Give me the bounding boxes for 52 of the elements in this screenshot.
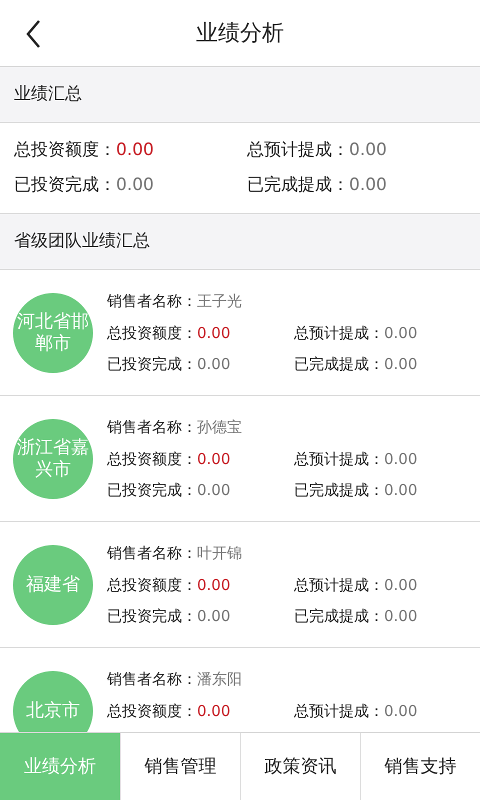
stat-value: 0.00	[349, 174, 387, 197]
seller-label: 销售者名称：	[107, 291, 197, 312]
page-title: 业绩分析	[196, 20, 284, 48]
stat-value: 0.00	[197, 354, 230, 375]
region-badge: 浙江省嘉兴市	[13, 418, 93, 498]
stat-value: 0.00	[384, 322, 418, 344]
stat-label: 已完成提成：	[294, 606, 384, 627]
region-badge: 福建省	[13, 544, 93, 624]
seller-name: 孙德宝	[197, 417, 242, 438]
seller-label: 销售者名称：	[107, 417, 197, 438]
stat-label: 总投资额度：	[107, 322, 197, 344]
stat-value: 0.00	[116, 138, 154, 162]
stat-label: 已完成提成：	[247, 174, 349, 197]
stat-label: 总投资额度：	[107, 448, 197, 470]
stat-value: 0.00	[116, 174, 154, 197]
stat-label: 已投资完成：	[107, 606, 197, 627]
stat-label: 已投资完成：	[14, 174, 116, 197]
stat-value: 0.00	[384, 574, 418, 596]
stat-label: 总预计提成：	[294, 448, 384, 470]
region-badge: 河北省邯郸市	[13, 292, 93, 372]
seller-name: 王子光	[197, 291, 242, 312]
stat-label: 总预计提成：	[247, 138, 349, 162]
seller-name: 潘东阳	[197, 669, 242, 690]
stat-value: 0.00	[197, 322, 230, 344]
stat-label: 总预计提成：	[294, 322, 384, 344]
stat-value: 0.00	[384, 354, 418, 375]
seller-name: 叶开锦	[197, 543, 242, 564]
stat-label: 总投资额度：	[107, 574, 197, 596]
stat-label: 已投资完成：	[107, 480, 197, 501]
stat-label: 已完成提成：	[294, 480, 384, 501]
seller-label: 销售者名称：	[107, 543, 197, 564]
stat-value: 0.00	[384, 480, 418, 501]
stat-value: 0.00	[197, 700, 230, 722]
stat-label: 总预计提成：	[294, 700, 384, 722]
stat-value: 0.00	[349, 138, 387, 162]
section-title: 业绩汇总	[0, 67, 480, 123]
stat-value: 0.00	[384, 448, 418, 470]
stat-label: 总投资额度：	[107, 700, 197, 722]
stat-label: 已投资完成：	[107, 354, 197, 375]
stat-value: 0.00	[197, 480, 230, 501]
region-badge: 北京市	[13, 670, 93, 732]
stat-value: 0.00	[197, 606, 230, 627]
stat-value: 0.00	[384, 700, 418, 722]
stat-label: 总预计提成：	[294, 574, 384, 596]
back-icon	[25, 19, 41, 49]
section-title: 省级团队业绩汇总	[0, 214, 480, 270]
stat-value: 0.00	[197, 574, 230, 596]
stat-label: 已完成提成：	[294, 354, 384, 375]
stat-value: 0.00	[197, 448, 230, 470]
stat-value: 0.00	[384, 606, 418, 627]
stat-label: 总投资额度：	[14, 138, 116, 162]
seller-label: 销售者名称：	[107, 669, 197, 690]
